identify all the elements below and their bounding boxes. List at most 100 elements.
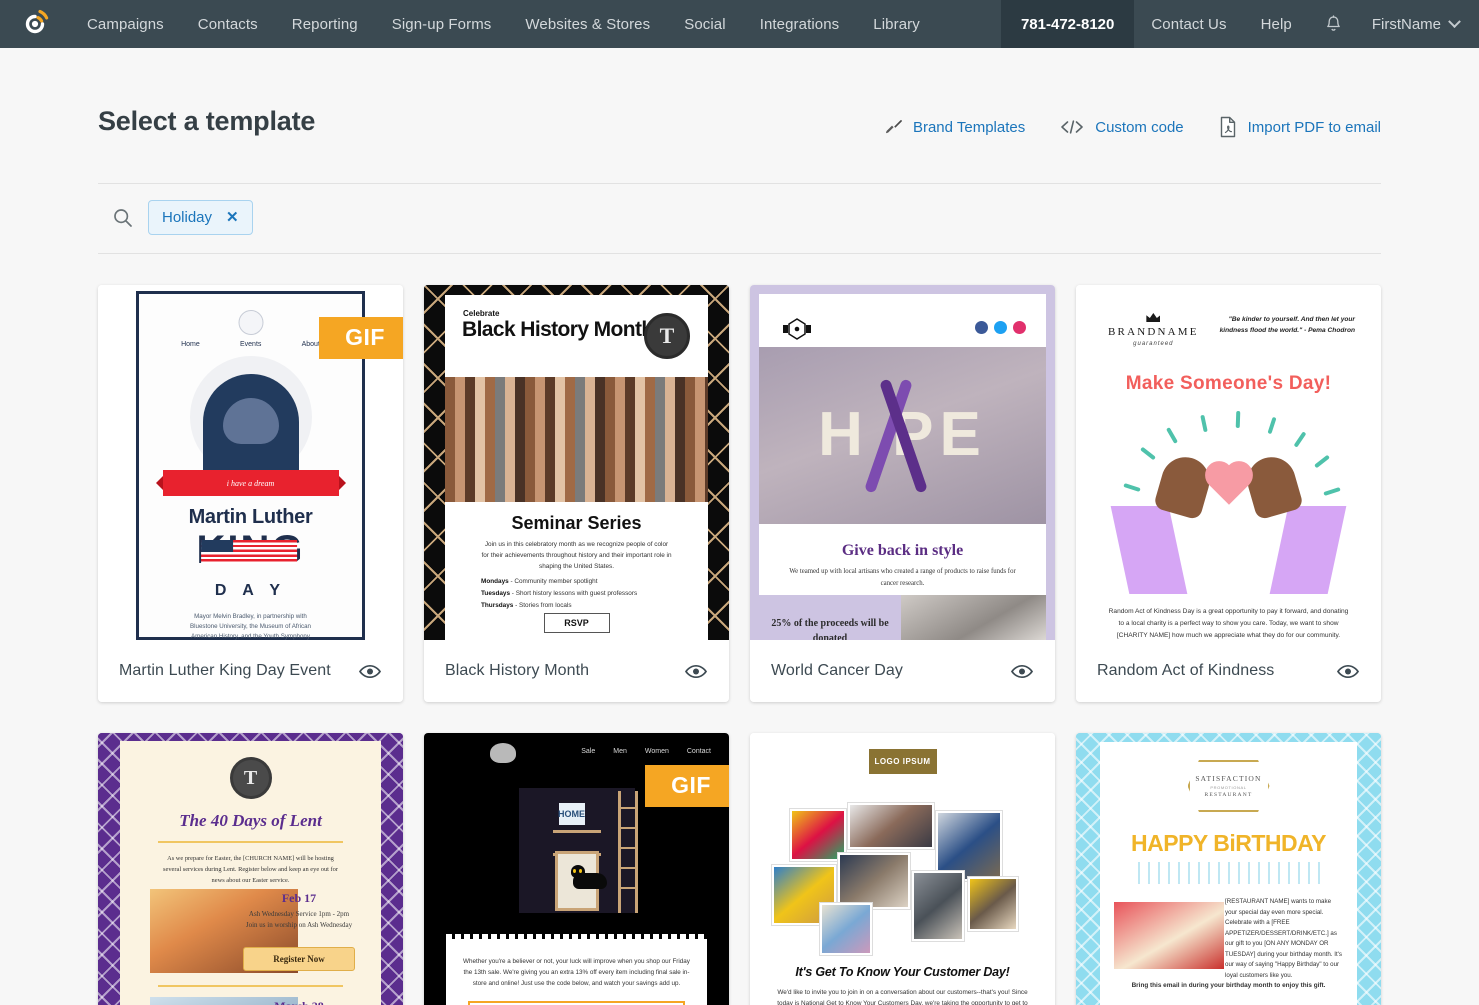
filter-chip-holiday[interactable]: Holiday ✕: [148, 200, 253, 235]
nav-item-websites-stores[interactable]: Websites & Stores: [508, 0, 667, 48]
ladder-icon: [617, 791, 639, 913]
nav-item-integrations[interactable]: Integrations: [743, 0, 857, 48]
rak-brand-sub: guaranteed: [1133, 341, 1174, 347]
twitter-icon[interactable]: [994, 321, 1007, 334]
bhm-day-text: - Stories from locals: [513, 601, 572, 609]
crown-icon: [1146, 313, 1161, 322]
lent-register-button: Register Now: [243, 947, 355, 971]
wcd-hero-image: H PE: [759, 347, 1046, 524]
lent-seal-letter: T: [243, 766, 258, 789]
eye-icon[interactable]: [359, 664, 381, 679]
template-card[interactable]: SATISFACTION PROMOTIONAL RESTAURANT HAPP…: [1076, 733, 1381, 1005]
template-card[interactable]: H PE Give back in style We teamed up wit…: [750, 285, 1055, 702]
social-icons: [975, 321, 1026, 334]
filter-bar: Holiday ✕: [98, 184, 1381, 253]
nav-label: Social: [684, 15, 726, 33]
eye-icon[interactable]: [685, 664, 707, 679]
primary-nav-links: Campaigns Contacts Reporting Sign-up For…: [70, 0, 937, 48]
f13-brand-logo-icon: [490, 743, 516, 763]
nav-item-campaigns[interactable]: Campaigns: [70, 0, 181, 48]
template-card[interactable]: T The 40 Days of Lent As we prepare for …: [98, 733, 403, 1005]
search-icon[interactable]: [112, 207, 134, 229]
bhm-eyebrow: Celebrate: [463, 309, 500, 318]
template-grid-row-1: Home Events About i have a dream Martin …: [98, 254, 1381, 702]
nav-item-contact-us[interactable]: Contact Us: [1134, 0, 1243, 48]
page-content: Select a template Brand Templates Custom…: [0, 48, 1479, 1005]
template-title: Martin Luther King Day Event: [119, 662, 331, 679]
close-icon[interactable]: ✕: [226, 210, 239, 225]
nav-item-social[interactable]: Social: [667, 0, 742, 48]
support-phone-number[interactable]: 781-472-8120: [1000, 0, 1135, 48]
gif-badge: GIF: [319, 317, 403, 359]
filter-chip-label: Holiday: [162, 209, 213, 226]
gif-badge: GIF: [645, 765, 729, 807]
bd-footer-text: Bring this email in during your birthday…: [1131, 982, 1326, 989]
brand-templates-action[interactable]: Brand Templates: [885, 118, 1025, 136]
template-card-footer: Random Act of Kindness: [1076, 640, 1381, 702]
black-cat-icon: [570, 865, 607, 889]
top-navigation-bar: Campaigns Contacts Reporting Sign-up For…: [0, 0, 1479, 48]
rak-headline: Make Someone's Day!: [1125, 373, 1332, 394]
app-logo[interactable]: [0, 0, 70, 48]
wcd-headline: Give back in style: [841, 542, 964, 559]
template-card[interactable]: Celebrate Black History Month T Seminar …: [424, 285, 729, 702]
f13-nav-sale: Sale: [581, 748, 596, 755]
nav-item-help[interactable]: Help: [1244, 0, 1309, 48]
template-card[interactable]: LOGO IPSUM It's Get To Know Your Custome…: [750, 733, 1055, 1005]
list-item: Thursdays - Stories from locals: [481, 600, 678, 612]
rak-quote: "Be kinder to yourself. And then let you…: [1219, 316, 1355, 334]
bd-badge-mid: PROMOTIONAL: [1210, 785, 1247, 790]
mlk-headline-1: Martin Luther: [188, 506, 313, 528]
f13-poster-text: HOME: [558, 809, 585, 819]
template-card[interactable]: Sale Men Women Contact HOME Whether you'…: [424, 733, 729, 1005]
bhm-rsvp-button: RSVP: [543, 613, 610, 633]
f13-promo-code-box: [468, 1001, 685, 1005]
template-card[interactable]: BRANDNAME guaranteed "Be kinder to yours…: [1076, 285, 1381, 702]
eye-icon[interactable]: [1011, 664, 1033, 679]
template-thumbnail: LOGO IPSUM It's Get To Know Your Custome…: [750, 733, 1055, 1005]
nav-label: Help: [1260, 15, 1292, 33]
nav-label: Reporting: [291, 15, 358, 33]
nav-item-library[interactable]: Library: [856, 0, 937, 48]
lent-date-1-details: Ash Wednesday Service 1pm - 2pm Join us …: [245, 910, 353, 929]
cd-logo: LOGO IPSUM: [868, 749, 937, 774]
f13-nav-women: Women: [644, 748, 669, 755]
instagram-icon[interactable]: [1013, 321, 1026, 334]
template-thumbnail: Home Events About i have a dream Martin …: [98, 285, 403, 640]
user-account-menu[interactable]: FirstName: [1358, 0, 1479, 48]
nav-item-contacts[interactable]: Contacts: [181, 0, 275, 48]
eye-icon[interactable]: [1337, 664, 1359, 679]
facebook-icon[interactable]: [975, 321, 988, 334]
import-pdf-action[interactable]: Import PDF to email: [1218, 116, 1381, 138]
bhm-body-text: Join us in this celebratory month as we …: [481, 541, 672, 571]
nav-label: Contacts: [197, 15, 258, 33]
bd-art: SATISFACTION PROMOTIONAL RESTAURANT HAPP…: [1100, 742, 1357, 1005]
awareness-ribbon-icon: [881, 377, 911, 497]
rak-brand-block: BRANDNAME guaranteed: [1108, 313, 1199, 347]
nav-item-reporting[interactable]: Reporting: [275, 0, 375, 48]
nav-label: Integrations: [759, 15, 840, 33]
template-thumbnail: T The 40 Days of Lent As we prepare for …: [98, 733, 403, 1005]
paintbrush-icon: [885, 120, 902, 134]
user-name-label: FirstName: [1371, 15, 1441, 33]
nav-item-signup-forms[interactable]: Sign-up Forms: [375, 0, 509, 48]
custom-code-action[interactable]: Custom code: [1059, 119, 1184, 136]
bhm-seal-icon: T: [644, 313, 690, 359]
template-thumbnail: Celebrate Black History Month T Seminar …: [424, 285, 729, 640]
page-header: Select a template Brand Templates Custom…: [98, 48, 1381, 138]
f13-nav-contact: Contact: [686, 748, 711, 755]
lent-date-1: Feb 17: [281, 891, 317, 905]
bd-cake-image: [1114, 902, 1224, 969]
bhm-day: Tuesdays: [481, 589, 511, 597]
cd-headline: It's Get To Know Your Customer Day!: [795, 965, 1010, 979]
brand-templates-label: Brand Templates: [912, 118, 1026, 136]
rak-art: BRANDNAME guaranteed "Be kinder to yours…: [1084, 291, 1373, 640]
template-thumbnail: BRANDNAME guaranteed "Be kinder to yours…: [1076, 285, 1381, 640]
lent-event-1: Feb 17 Ash Wednesday Service 1pm - 2pm J…: [243, 891, 355, 930]
bhm-day: Thursdays: [481, 601, 514, 609]
template-card[interactable]: Home Events About i have a dream Martin …: [98, 285, 403, 702]
lent-headline: The 40 Days of Lent: [179, 811, 322, 830]
heart-icon: [1208, 465, 1249, 505]
brand-mark-icon: [783, 318, 811, 340]
notifications-button[interactable]: [1309, 0, 1358, 48]
